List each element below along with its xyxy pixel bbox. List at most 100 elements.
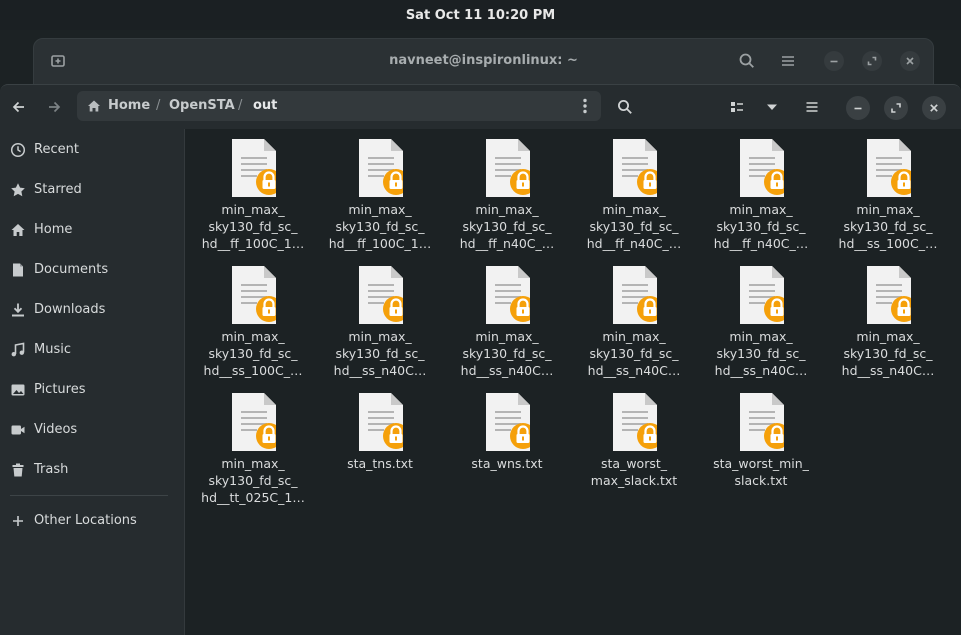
file-name-line: sky130_fd_sc_ xyxy=(208,473,298,488)
locked-text-file-icon xyxy=(359,393,403,451)
file-name: sta_worst_min_ slack.txt xyxy=(706,455,816,489)
file-item[interactable]: min_max_ sky130_fd_sc_ hd__ff_100C_1… xyxy=(325,129,435,251)
maximize-icon xyxy=(891,103,901,113)
sidebar-item-recent[interactable]: Recent xyxy=(0,133,184,167)
file-name-line: sky130_fd_sc_ xyxy=(335,346,425,361)
back-button[interactable] xyxy=(4,93,34,121)
file-item[interactable]: sta_wns.txt xyxy=(452,383,562,505)
file-name: min_max_ sky130_fd_sc_ hd__ff_100C_1… xyxy=(325,201,435,252)
close-icon[interactable] xyxy=(900,51,920,71)
file-item[interactable]: min_max_ sky130_fd_sc_ hd__ss_n40C… xyxy=(706,256,816,378)
sidebar-item-pictures[interactable]: Pictures xyxy=(0,373,184,407)
file-name-line: hd__ss_n40C… xyxy=(714,363,808,378)
trash-icon xyxy=(12,463,24,477)
file-name-line: sta_worst_ xyxy=(601,456,667,471)
file-name: sta_wns.txt xyxy=(452,455,562,472)
maximize-button[interactable] xyxy=(884,96,908,120)
file-item[interactable]: min_max_ sky130_fd_sc_ hd__ss_100C_… xyxy=(198,256,308,378)
locked-text-file-icon xyxy=(613,393,657,451)
download-icon xyxy=(12,303,24,317)
file-item[interactable]: sta_worst_ max_slack.txt xyxy=(579,383,689,505)
file-item[interactable]: min_max_ sky130_fd_sc_ hd__ss_n40C… xyxy=(452,256,562,378)
document-icon xyxy=(13,263,23,277)
sidebar-item-starred[interactable]: Starred xyxy=(0,173,184,207)
file-name-line: sky130_fd_sc_ xyxy=(843,219,933,234)
file-name-line: min_max_ xyxy=(221,329,285,344)
arrow-left-icon xyxy=(12,101,24,113)
file-name-line: min_max_ xyxy=(221,456,285,471)
file-item[interactable]: min_max_ sky130_fd_sc_ hd__ss_n40C… xyxy=(579,256,689,378)
sidebar-item-label: Home xyxy=(34,222,73,237)
sidebar-item-label: Documents xyxy=(34,262,109,277)
clock[interactable]: Sat Oct 11 10:20 PM xyxy=(406,8,555,23)
file-name: min_max_ sky130_fd_sc_ hd__tt_025C_1… xyxy=(198,455,308,506)
sidebar-item-home[interactable]: Home xyxy=(0,213,184,247)
sidebar-item-videos[interactable]: Videos xyxy=(0,413,184,447)
forward-button[interactable] xyxy=(39,93,69,121)
header-bar: Home / OpenSTA / out xyxy=(0,85,961,129)
arrow-right-icon xyxy=(49,101,61,113)
locked-text-file-icon xyxy=(486,266,530,324)
home-icon xyxy=(11,224,25,236)
sidebar-item-label: Music xyxy=(34,342,71,357)
file-name-line: hd__ff_n40C_… xyxy=(459,236,555,251)
minimize-icon[interactable] xyxy=(824,51,844,71)
file-item[interactable]: min_max_ sky130_fd_sc_ hd__ff_n40C_… xyxy=(706,129,816,251)
kebab-menu-icon[interactable] xyxy=(577,97,593,115)
file-item[interactable]: min_max_ sky130_fd_sc_ hd__ff_n40C_… xyxy=(579,129,689,251)
sidebar-item-music[interactable]: Music xyxy=(0,333,184,367)
close-button[interactable] xyxy=(922,96,946,120)
file-grid: min_max_ sky130_fd_sc_ hd__ff_100C_1… min_m… xyxy=(185,129,961,635)
main-menu-button[interactable] xyxy=(797,93,827,121)
file-name-line: sky130_fd_sc_ xyxy=(462,219,552,234)
music-icon xyxy=(11,342,25,357)
star-icon xyxy=(11,183,25,197)
list-view-icon xyxy=(731,102,743,112)
view-toggle-button[interactable] xyxy=(722,93,752,121)
maximize-icon[interactable] xyxy=(862,51,882,71)
file-item[interactable]: sta_tns.txt xyxy=(325,383,435,505)
file-item[interactable]: min_max_ sky130_fd_sc_ hd__ss_n40C… xyxy=(325,256,435,378)
menu-icon[interactable] xyxy=(778,51,798,71)
sidebar-item-other-locations[interactable]: Other Locations xyxy=(0,504,184,538)
file-name: min_max_ sky130_fd_sc_ hd__ss_100C_… xyxy=(833,201,943,252)
sidebar-item-label: Downloads xyxy=(34,302,106,317)
breadcrumb-opensta[interactable]: OpenSTA xyxy=(169,98,235,113)
locked-text-file-icon xyxy=(867,139,911,197)
breadcrumb-out[interactable]: out xyxy=(253,98,277,113)
file-name: min_max_ sky130_fd_sc_ hd__ff_n40C_… xyxy=(579,201,689,252)
video-icon xyxy=(11,425,25,435)
file-item[interactable]: min_max_ sky130_fd_sc_ hd__tt_025C_1… xyxy=(198,383,308,505)
file-name: min_max_ sky130_fd_sc_ hd__ff_n40C_… xyxy=(452,201,562,252)
sidebar-item-downloads[interactable]: Downloads xyxy=(0,293,184,327)
view-options-button[interactable] xyxy=(757,93,787,121)
file-name-line: min_max_ xyxy=(348,329,412,344)
search-button[interactable] xyxy=(610,93,640,121)
sidebar-item-documents[interactable]: Documents xyxy=(0,253,184,287)
sidebar-item-trash[interactable]: Trash xyxy=(0,453,184,487)
file-name-line: hd__ff_100C_1… xyxy=(201,236,305,251)
file-item[interactable]: sta_worst_min_ slack.txt xyxy=(706,383,816,505)
top-panel: Sat Oct 11 10:20 PM xyxy=(0,0,961,30)
search-icon[interactable] xyxy=(737,51,757,71)
locked-text-file-icon xyxy=(867,266,911,324)
file-name-line: max_slack.txt xyxy=(590,473,678,488)
chevron-down-icon xyxy=(767,104,777,110)
plus-icon xyxy=(13,516,23,526)
sidebar-item-label: Recent xyxy=(34,142,79,157)
terminal-title: navneet@inspironlinux: ~ xyxy=(389,53,578,68)
file-item[interactable]: min_max_ sky130_fd_sc_ hd__ss_100C_… xyxy=(833,129,943,251)
file-name-line: sky130_fd_sc_ xyxy=(462,346,552,361)
file-item[interactable]: min_max_ sky130_fd_sc_ hd__ss_n40C… xyxy=(833,256,943,378)
file-name-line: sky130_fd_sc_ xyxy=(208,219,298,234)
locked-text-file-icon xyxy=(740,393,784,451)
file-name-line: hd__ss_n40C… xyxy=(333,363,427,378)
file-name: sta_worst_ max_slack.txt xyxy=(579,455,689,489)
minimize-button[interactable] xyxy=(846,96,870,120)
file-item[interactable]: min_max_ sky130_fd_sc_ hd__ff_n40C_… xyxy=(452,129,562,251)
file-item[interactable]: min_max_ sky130_fd_sc_ hd__ff_100C_1… xyxy=(198,129,308,251)
file-name-line: sky130_fd_sc_ xyxy=(208,346,298,361)
breadcrumb-home[interactable]: Home xyxy=(108,98,150,113)
file-name-line: hd__ff_100C_1… xyxy=(328,236,432,251)
file-name: min_max_ sky130_fd_sc_ hd__ss_n40C… xyxy=(452,328,562,379)
